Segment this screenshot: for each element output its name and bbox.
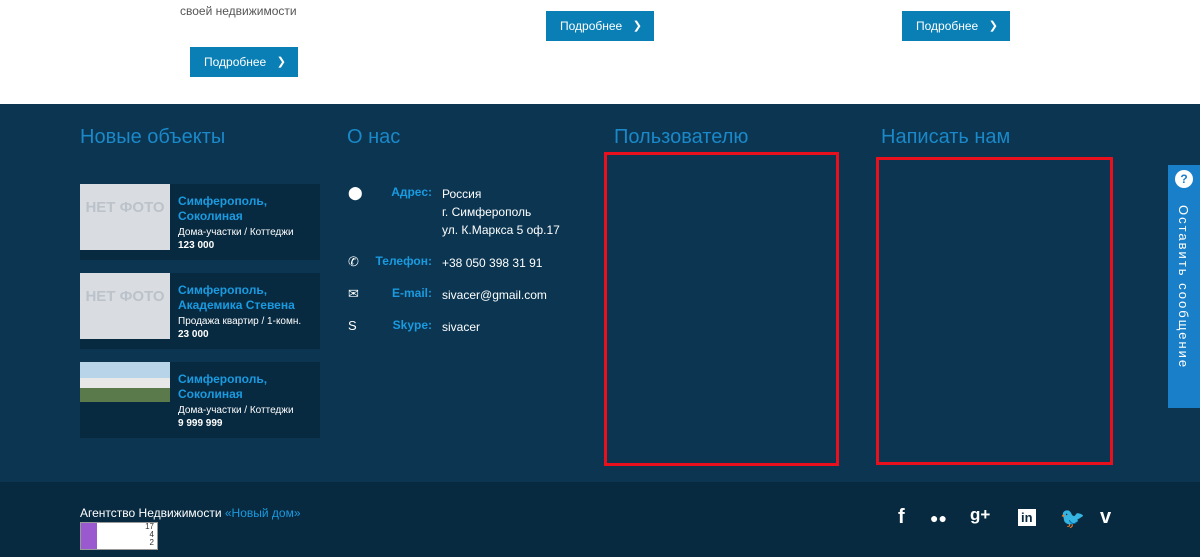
counter-values: 17 4 2 [145,522,154,547]
object-type: Дома-участки / Коттеджи [178,405,294,416]
chevron-right-icon: ❯ [988,20,998,32]
user-title: Пользователю [614,126,749,148]
email-label: E-mail: [391,286,432,300]
leave-message-label: Оставить сообщение [1176,205,1191,370]
object-price: 23 000 [178,329,209,340]
details-button-1[interactable]: Подробнее ❯ [190,47,298,77]
chevron-right-icon: ❯ [632,20,642,32]
google-plus-icon[interactable]: g+ [970,505,990,525]
object-type: Продажа квартир / 1-комн. [178,316,302,327]
service-description: своей недвижимости [180,4,297,18]
envelope-icon: ✉ [348,286,359,301]
write-us-title: Написать нам [881,126,1011,148]
address-value: Россия г. Симферополь ул. К.Маркса 5 оф.… [442,187,560,237]
object-name[interactable]: Симферополь, Соколиная [178,372,318,402]
no-photo-thumb: НЕТ ФОТО [80,184,170,250]
brand-link[interactable]: «Новый дом» [225,506,301,520]
counter-logo-icon [81,523,97,549]
object-name[interactable]: Симферополь, Соколиная [178,194,318,224]
chat-icon: ? [1175,170,1193,188]
new-objects-title: Новые объекты [80,126,226,148]
email-value[interactable]: sivacer@gmail.com [442,286,547,304]
user-column-highlight [604,152,839,466]
skype-value: sivacer [442,320,481,334]
chevron-right-icon: ❯ [276,56,286,68]
object-name[interactable]: Симферополь, Академика Стевена [178,283,318,313]
details-button-2[interactable]: Подробнее ❯ [546,11,654,41]
flickr-icon[interactable]: ●● [930,510,947,526]
write-us-column-highlight [876,157,1113,465]
linkedin-icon[interactable]: in [1018,509,1036,526]
map-pin-icon: ⬤ [348,185,363,200]
phone-value: +38 050 398 31 91 [442,256,543,270]
leave-message-tab[interactable]: ? Оставить сообщение [1168,165,1200,408]
object-card[interactable]: НЕТ ФОТО Симферополь, Академика Стевена … [80,273,320,349]
phone-icon: ✆ [348,254,359,269]
object-price: 123 000 [178,240,215,251]
skype-label: Skype: [392,318,432,332]
object-card[interactable]: Симферополь, Соколиная Дома-участки / Ко… [80,362,320,438]
copyright: Агентство Недвижимости «Новый дом» [80,506,301,520]
visit-counter[interactable]: 17 4 2 [80,522,158,550]
skype-icon: S [348,318,357,333]
house-photo-thumb [80,362,170,402]
object-type: Дома-участки / Коттеджи [178,227,294,238]
phone-label: Телефон: [375,254,432,268]
about-title: О нас [347,126,401,148]
twitter-icon[interactable]: 🐦 [1060,506,1085,531]
address-label: Адрес: [391,185,432,199]
object-price: 9 999 999 [178,418,223,429]
facebook-icon[interactable]: f [898,506,905,529]
object-card[interactable]: НЕТ ФОТО Симферополь, Соколиная Дома-уча… [80,184,320,260]
top-section: своей недвижимости Подробнее ❯ Подробнее ❯… [0,0,1200,104]
no-photo-thumb: НЕТ ФОТО [80,273,170,339]
details-button-3[interactable]: Подробнее ❯ [902,11,1010,41]
vimeo-icon[interactable]: v [1100,506,1111,529]
